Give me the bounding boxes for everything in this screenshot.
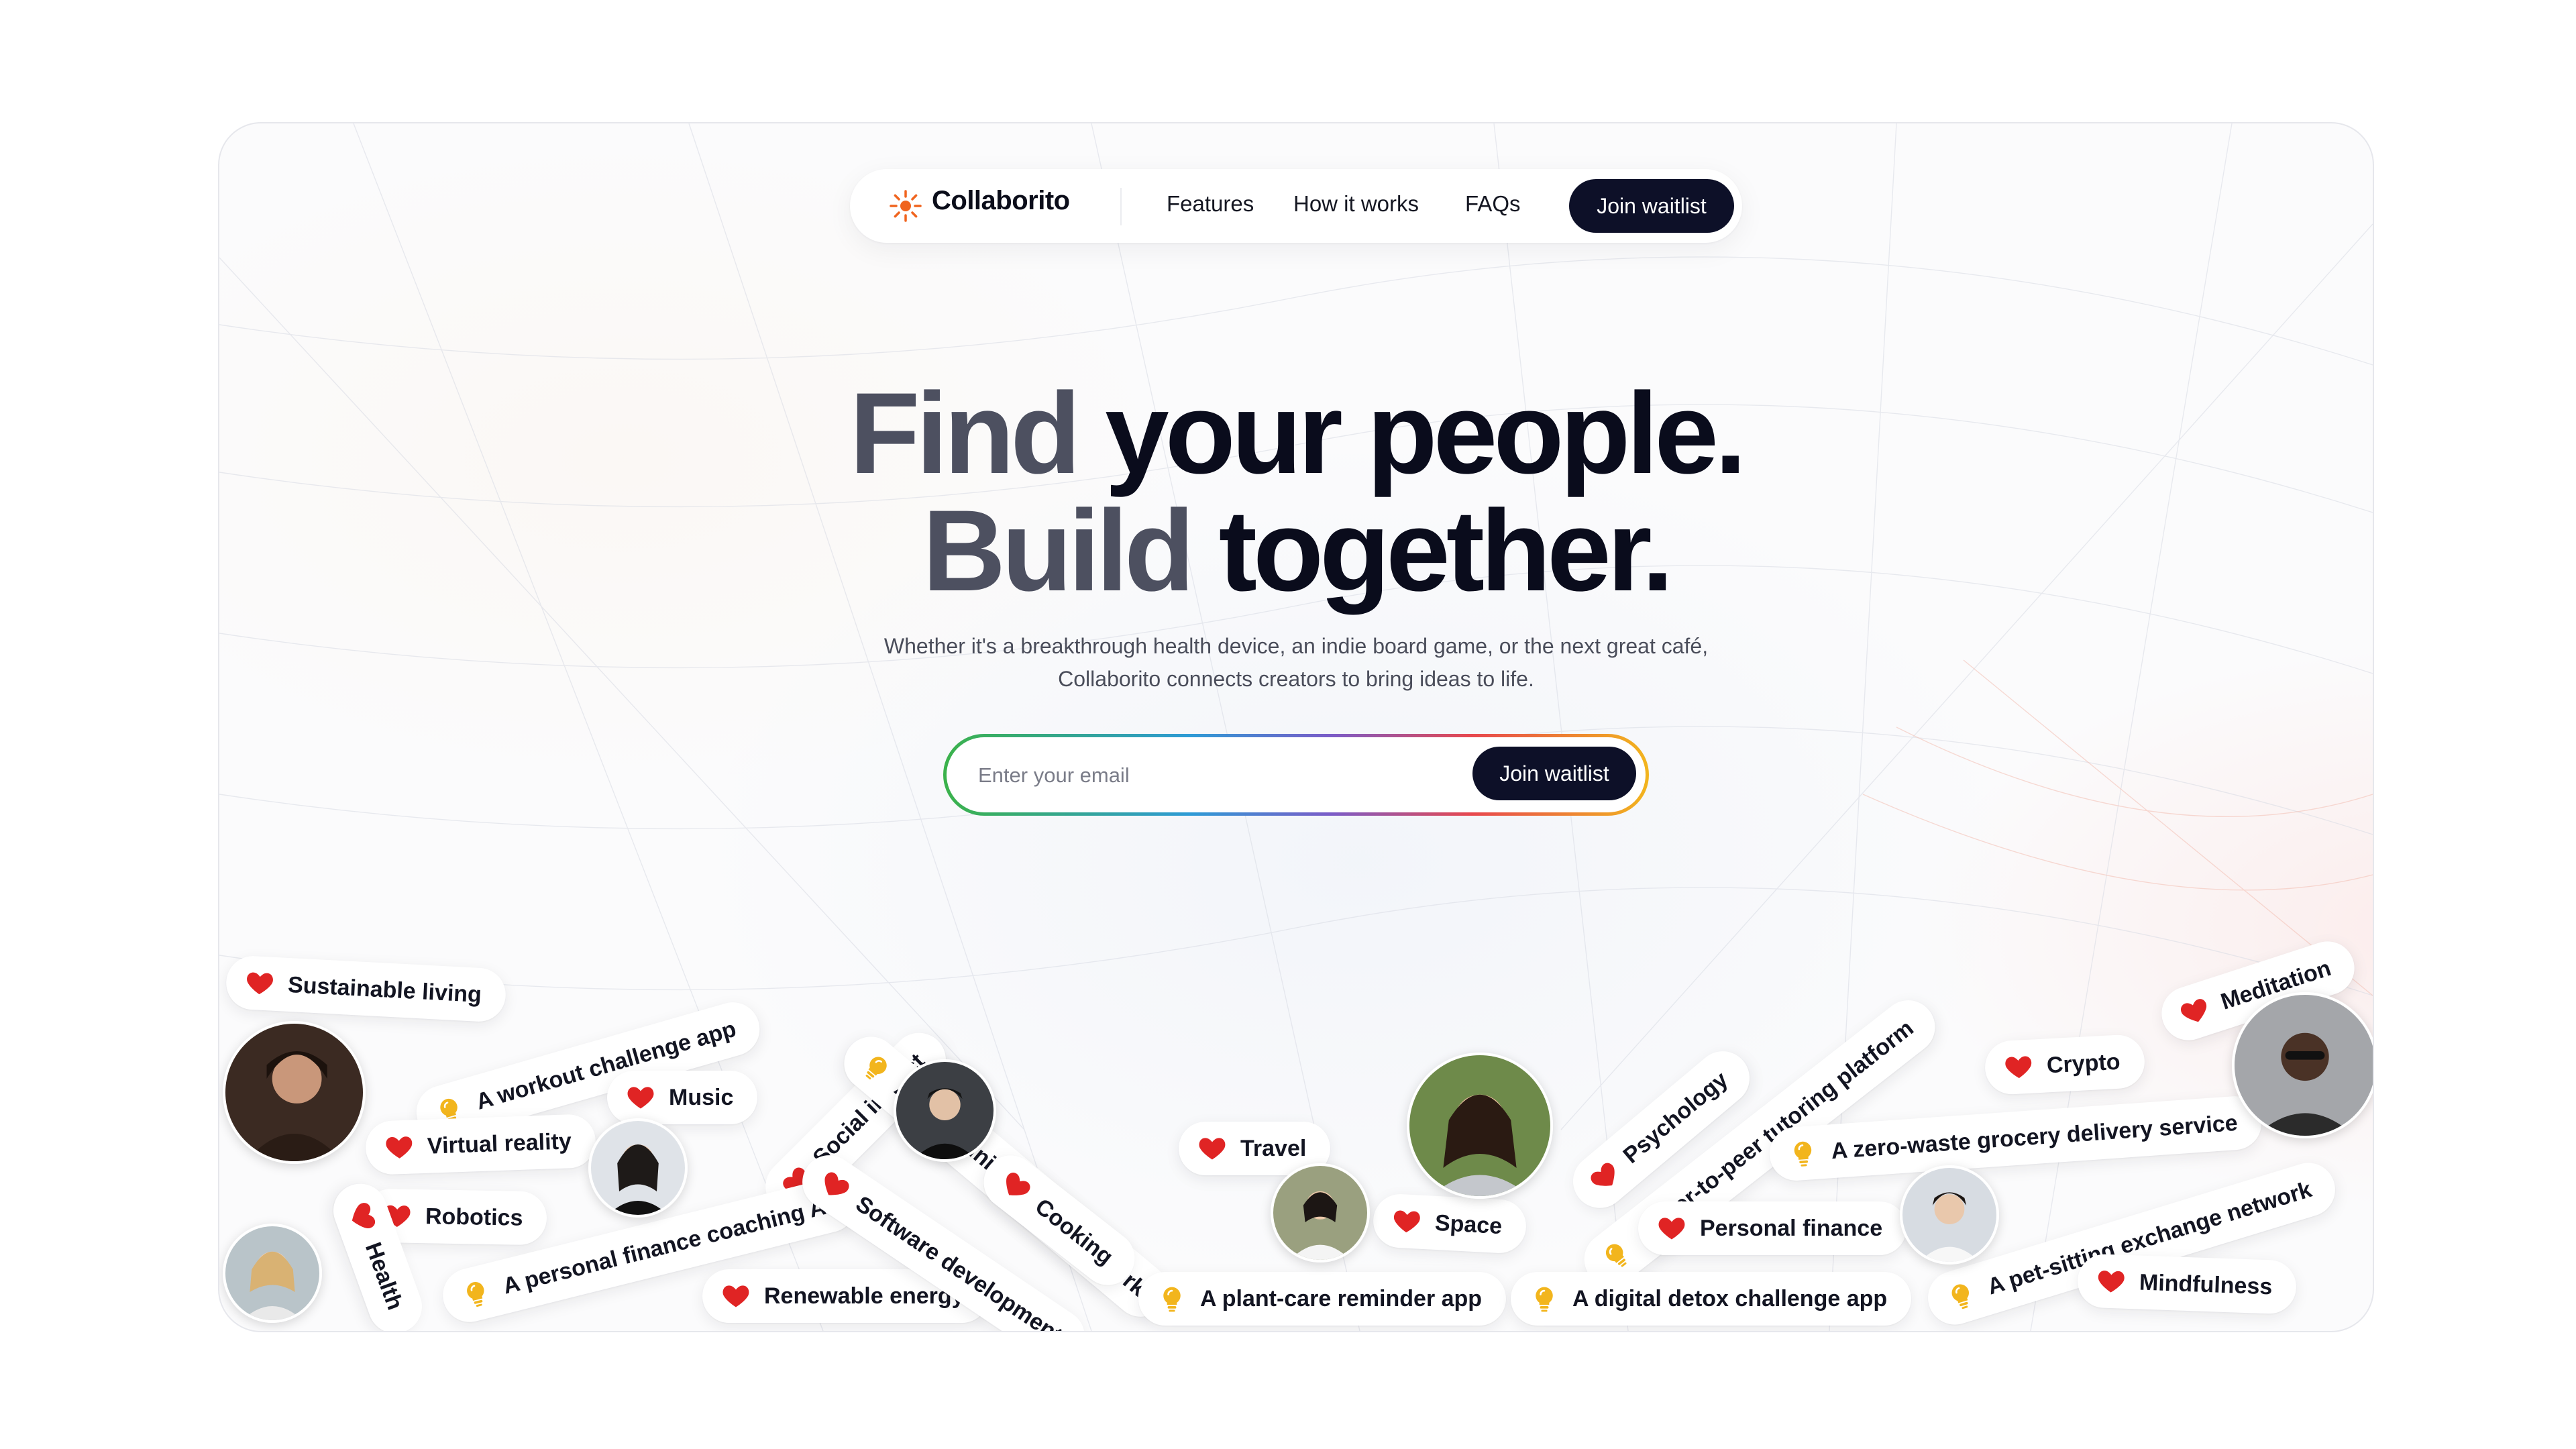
avatar-photo <box>896 1062 994 1159</box>
nav-link-faqs[interactable]: FAQs <box>1465 191 1521 217</box>
lightbulb-icon <box>1605 1244 1627 1267</box>
interest-tag-label: Crypto <box>2046 1049 2121 1078</box>
hero-subtitle-line-2: Collaborito connects creators to bring i… <box>1058 667 1534 691</box>
heart-icon <box>1393 1210 1420 1233</box>
interest-tag[interactable]: Personal finance <box>1638 1201 1907 1255</box>
lightbulb-icon <box>1536 1287 1553 1312</box>
interest-tag[interactable]: Mindfulness <box>2076 1253 2298 1315</box>
avatar-photo <box>1409 1055 1550 1196</box>
top-nav: Collaborito Features How it works FAQs J… <box>850 169 1742 243</box>
avatar[interactable] <box>2232 992 2373 1138</box>
lightbulb-icon <box>1951 1284 1969 1309</box>
email-field-container: Join waitlist <box>947 737 1646 812</box>
heart-icon <box>352 1203 376 1228</box>
nav-link-how-it-works[interactable]: How it works <box>1293 191 1419 217</box>
lightbulb-icon <box>467 1282 484 1307</box>
heart-icon <box>386 1136 413 1159</box>
heart-icon <box>1658 1218 1685 1240</box>
logo-icon <box>890 190 922 222</box>
heart-icon <box>247 972 273 995</box>
lightbulb-icon <box>1163 1287 1181 1312</box>
avatar[interactable] <box>1407 1053 1553 1199</box>
interest-tag-label: A plant-care reminder app <box>1200 1285 1483 1311</box>
heart-icon <box>627 1087 654 1109</box>
interest-tag-label: Sustainable living <box>287 971 482 1008</box>
interest-tag[interactable]: Crypto <box>1984 1033 2146 1096</box>
hero-subtitle-line-1: Whether it's a breakthrough health devic… <box>883 634 1709 658</box>
interest-tag-label: Renewable energy <box>764 1283 965 1309</box>
interest-tag-label: Virtual reality <box>427 1128 572 1159</box>
hero-heading-line-2: Build together. <box>219 490 2373 611</box>
interest-tag[interactable]: A digital detox challenge app <box>1511 1272 1912 1326</box>
avatar[interactable] <box>894 1059 996 1162</box>
lightbulb-icon <box>865 1057 887 1080</box>
lightbulb-icon <box>1794 1141 1812 1167</box>
interest-tag[interactable]: Virtual reality <box>364 1114 597 1175</box>
interest-tag-label: Mindfulness <box>2139 1269 2273 1299</box>
hero-word-find: Find <box>849 369 1081 498</box>
nav-join-waitlist-button[interactable]: Join waitlist <box>1569 179 1734 233</box>
nav-divider <box>1120 188 1122 225</box>
heart-icon <box>824 1172 849 1195</box>
avatar-photo <box>225 1226 319 1320</box>
heart-icon <box>2098 1271 2125 1293</box>
avatar[interactable] <box>223 1224 322 1323</box>
interest-tag[interactable]: Music <box>607 1071 758 1124</box>
interest-tag-label: Health <box>360 1238 409 1313</box>
interest-tag[interactable]: Space <box>1372 1193 1528 1254</box>
avatar-photo <box>2235 995 2373 1136</box>
avatar[interactable] <box>1271 1163 1370 1263</box>
hero-word-build: Build <box>922 486 1195 615</box>
heart-icon <box>1591 1163 1615 1186</box>
interest-tag-label: Personal finance <box>1700 1215 1883 1241</box>
hero-heading-line-1: Find your people. <box>219 373 2373 494</box>
heart-icon <box>2181 999 2207 1022</box>
interest-tag-label: Music <box>669 1084 734 1110</box>
landing-card: Collaborito Features How it works FAQs J… <box>218 122 2374 1332</box>
heart-icon <box>722 1285 749 1307</box>
interest-tag-label: Travel <box>1240 1135 1307 1161</box>
email-input[interactable] <box>977 752 1449 799</box>
avatar-photo <box>591 1121 685 1215</box>
nav-link-features[interactable]: Features <box>1167 191 1254 217</box>
heart-icon <box>1199 1138 1226 1160</box>
avatar-photo <box>1902 1168 1996 1262</box>
email-signup-form: Join waitlist <box>943 734 1649 816</box>
avatar-photo <box>1273 1166 1367 1260</box>
join-waitlist-button[interactable]: Join waitlist <box>1472 747 1636 800</box>
hero-words-your-people: your people. <box>1105 369 1747 498</box>
avatar-photo <box>225 1024 363 1161</box>
heart-icon <box>1006 1173 1030 1195</box>
avatar[interactable] <box>588 1118 688 1218</box>
interest-tag-label: Space <box>1434 1210 1503 1239</box>
avatar[interactable] <box>223 1021 366 1164</box>
avatar[interactable] <box>1900 1165 1999 1265</box>
brand-name[interactable]: Collaborito <box>932 186 1070 216</box>
heart-icon <box>2005 1056 2032 1079</box>
interest-tag-label: A digital detox challenge app <box>1572 1285 1888 1311</box>
hero-word-together: together. <box>1218 486 1674 615</box>
interest-tag[interactable]: A plant-care reminder app <box>1138 1272 1507 1326</box>
interest-tag-label: Robotics <box>425 1203 523 1231</box>
